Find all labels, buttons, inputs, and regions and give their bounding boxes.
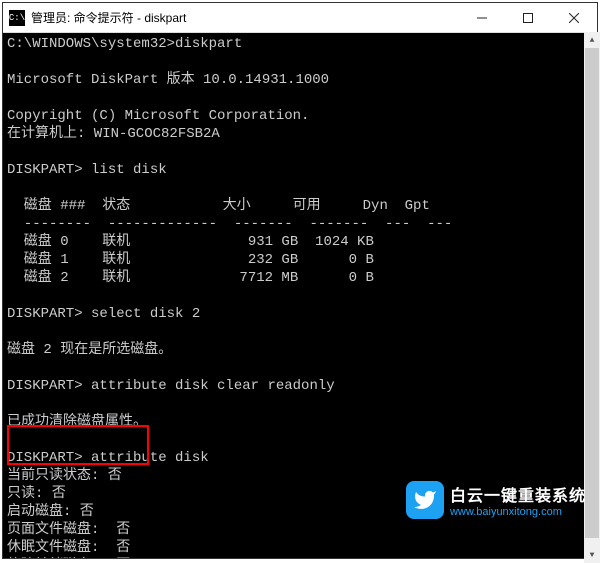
vertical-scrollbar[interactable]: ▲ ▼ [584,32,600,563]
terminal-line: -------- ------------- ------- ------- -… [7,216,452,232]
terminal-line: C:\WINDOWS\system32>diskpart [7,36,242,52]
terminal-line: DISKPART> attribute disk [7,450,209,466]
window-title: 管理员: 命令提示符 - diskpart [31,9,459,26]
close-icon [569,13,579,23]
window-controls [459,3,597,32]
scroll-thumb[interactable] [585,48,599,538]
terminal-line: 启动磁盘: 否 [7,504,94,520]
terminal-line: Copyright (C) Microsoft Corporation. [7,108,309,124]
terminal-line: 磁盘 ### 状态 大小 可用 Dyn Gpt [7,198,430,214]
terminal-line: 已成功清除磁盘属性。 [7,414,147,430]
watermark-bird-icon [406,481,444,519]
terminal-line: 只读: 否 [7,486,66,502]
terminal-line: 磁盘 2 现在是所选磁盘。 [7,342,172,358]
terminal-line: 在计算机上: WIN-GCOC82FSB2A [7,126,220,142]
close-button[interactable] [551,3,597,32]
terminal-line: DISKPART> attribute disk clear readonly [7,378,335,394]
terminal-line: 磁盘 1 联机 232 GB 0 B [7,252,374,268]
maximize-icon [523,13,533,23]
minimize-icon [477,13,487,23]
terminal-line: 磁盘 2 联机 7712 MB 0 B [7,270,374,286]
terminal-line: 当前只读状态: 否 [7,468,122,484]
terminal-line: 页面文件磁盘: 否 [7,522,130,538]
cmd-icon: C:\ [9,10,25,26]
terminal-line: Microsoft DiskPart 版本 10.0.14931.1000 [7,72,329,88]
watermark-title: 白云一键重装系统 [450,482,586,506]
minimize-button[interactable] [459,3,505,32]
watermark-text: 白云一键重装系统 www.baiyunxitong.com [450,482,586,518]
maximize-button[interactable] [505,3,551,32]
command-prompt-window: C:\ 管理员: 命令提示符 - diskpart C:\WINDOWS\sys… [2,2,598,559]
terminal-line: DISKPART> select disk 2 [7,306,200,322]
terminal-line: DISKPART> list disk [7,162,167,178]
watermark-url: www.baiyunxitong.com [450,506,586,518]
terminal-line: 休眠文件磁盘: 否 [7,540,130,556]
titlebar[interactable]: C:\ 管理员: 命令提示符 - diskpart [3,3,597,33]
watermark: 白云一键重装系统 www.baiyunxitong.com [406,481,586,519]
terminal-line: 磁盘 0 联机 931 GB 1024 KB [7,234,374,250]
terminal-output[interactable]: C:\WINDOWS\system32>diskpart Microsoft D… [3,33,597,558]
scroll-up-arrow-icon[interactable]: ▲ [584,32,600,48]
